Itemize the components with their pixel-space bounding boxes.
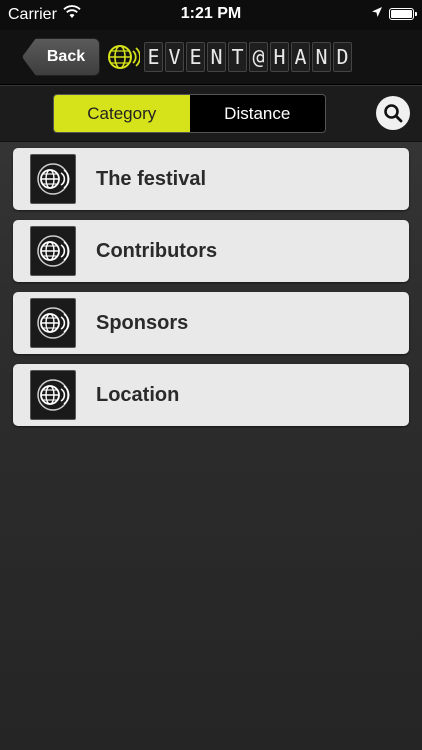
logo-letter: N [207,42,226,72]
status-bar: Carrier 1:21 PM [0,0,422,30]
list-item-sponsors[interactable]: Sponsors [13,292,409,354]
back-button[interactable]: Back [22,38,100,76]
app-logo: E V E N T @ H A N D [106,39,352,75]
location-arrow-icon [371,5,383,23]
list-item-label: The festival [96,168,207,190]
logo-letter: H [270,42,289,72]
battery-icon [389,8,417,20]
segmented-control: Category Distance [53,94,326,133]
logo-letter: V [165,42,184,72]
back-label: Back [46,48,86,65]
globe-signal-icon [30,370,76,420]
list-item-contributors[interactable]: Contributors [13,220,409,282]
logo-letter: N [312,42,331,72]
logo-letter: @ [249,42,268,72]
logo-letter: D [333,42,352,72]
globe-signal-icon [30,154,76,204]
status-time: 1:21 PM [180,5,242,22]
segment-category[interactable]: Category [54,95,190,132]
globe-signal-icon [108,45,140,69]
logo-letter: E [186,42,205,72]
logo-wordmark: E V E N T @ H A N D [144,42,352,72]
list-item-location[interactable]: Location [13,364,409,426]
nav-bar: Back E V E N T @ H A N D [0,30,422,85]
logo-letter: A [291,42,310,72]
search-icon [384,104,403,123]
logo-letter: T [228,42,247,72]
segment-distance[interactable]: Distance [189,95,325,132]
globe-signal-icon [30,226,76,276]
list-item-label: Location [96,384,180,406]
list-item-label: Contributors [96,240,218,262]
list-item-label: Sponsors [96,312,189,334]
status-right [371,5,417,23]
globe-signal-icon [30,298,76,348]
category-list: The festival Contributors Sponsors Locat… [13,148,409,436]
segment-bar: Category Distance [0,86,422,142]
search-button[interactable] [376,96,410,130]
list-item-the-festival[interactable]: The festival [13,148,409,210]
logo-letter: E [144,42,163,72]
